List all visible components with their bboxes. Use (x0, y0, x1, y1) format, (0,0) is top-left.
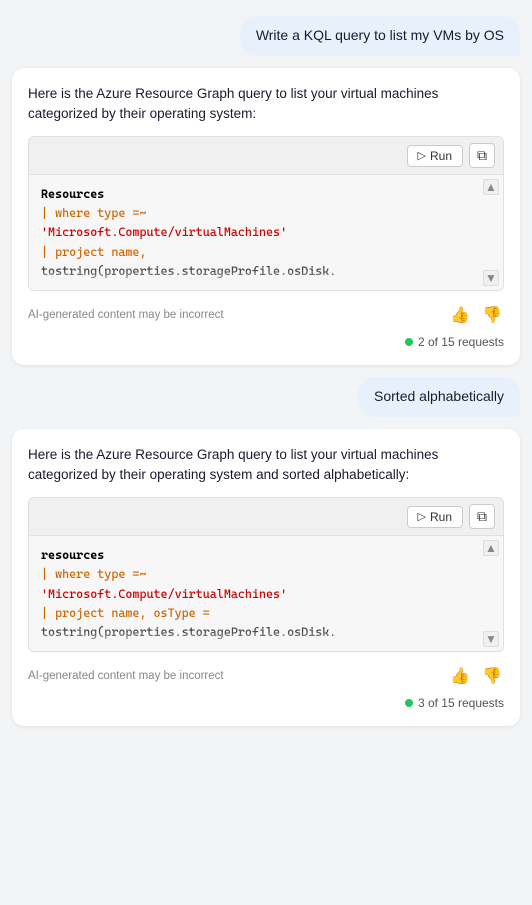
chat-container: Write a KQL query to list my VMs by OS H… (0, 16, 532, 726)
status-dot-1 (405, 338, 413, 346)
code-line-1-2: | where type =~ (41, 206, 146, 220)
feedback-buttons-1: 👍 👎 (448, 303, 504, 327)
scroll-down-1[interactable]: ▼ (483, 270, 499, 286)
request-count-1: 2 of 15 requests (28, 335, 504, 349)
ai-intro-text-1: Here is the Azure Resource Graph query t… (28, 84, 504, 125)
request-count-text-2: 3 of 15 requests (418, 696, 504, 710)
thumbdown-button-2[interactable]: 👎 (480, 664, 504, 688)
copy-icon-2: ⧉ (477, 508, 487, 525)
thumbup-button-1[interactable]: 👍 (448, 303, 472, 327)
code-content-2: resources | where type =~ 'Microsoft.Com… (29, 536, 503, 651)
code-line-2-2: | where type =~ (41, 567, 146, 581)
user-bubble-2: Sorted alphabetically (358, 377, 520, 417)
code-content-1: Resources | where type =~ 'Microsoft.Com… (29, 175, 503, 290)
feedback-buttons-2: 👍 👎 (448, 664, 504, 688)
scroll-up-1[interactable]: ▲ (483, 179, 499, 195)
ai-disclaimer-1: AI-generated content may be incorrect (28, 309, 224, 321)
run-button-2[interactable]: ▷ Run (407, 506, 463, 528)
code-line-1-3: 'Microsoft.Compute/virtualMachines' (41, 225, 287, 239)
card-footer-2: AI-generated content may be incorrect 👍 … (28, 664, 504, 688)
run-label-1: Run (430, 149, 452, 163)
play-icon-1: ▷ (418, 149, 426, 162)
ai-response-card-1: Here is the Azure Resource Graph query t… (12, 68, 520, 366)
code-toolbar-2: ▷ Run ⧉ (29, 498, 503, 536)
copy-button-1[interactable]: ⧉ (469, 143, 495, 168)
code-line-1-1: Resources (41, 187, 104, 201)
thumbdown-button-1[interactable]: 👎 (480, 303, 504, 327)
user-message-2: Sorted alphabetically (12, 377, 520, 417)
code-line-1-5: tostring(properties.storageProfile.osDis… (41, 264, 336, 278)
code-line-1-4: | project name, (41, 245, 146, 259)
code-toolbar-1: ▷ Run ⧉ (29, 137, 503, 175)
ai-disclaimer-2: AI-generated content may be incorrect (28, 670, 224, 682)
copy-icon-1: ⧉ (477, 147, 487, 164)
code-block-1: ▷ Run ⧉ Resources | where type =~ 'Micro… (28, 136, 504, 291)
thumbup-button-2[interactable]: 👍 (448, 664, 472, 688)
request-count-2: 3 of 15 requests (28, 696, 504, 710)
code-line-2-3: 'Microsoft.Compute/virtualMachines' (41, 587, 287, 601)
scroll-up-2[interactable]: ▲ (483, 540, 499, 556)
code-line-2-1: resources (41, 548, 104, 562)
card-footer-1: AI-generated content may be incorrect 👍 … (28, 303, 504, 327)
code-block-2: ▷ Run ⧉ resources | where type =~ 'Micro… (28, 497, 504, 652)
code-line-2-5: tostring(properties.storageProfile.osDis… (41, 625, 336, 639)
run-button-1[interactable]: ▷ Run (407, 145, 463, 167)
ai-intro-text-2: Here is the Azure Resource Graph query t… (28, 445, 504, 486)
user-text-1: Write a KQL query to list my VMs by OS (256, 27, 504, 43)
code-wrapper-1: Resources | where type =~ 'Microsoft.Com… (29, 175, 503, 290)
scroll-down-2[interactable]: ▼ (483, 631, 499, 647)
play-icon-2: ▷ (418, 510, 426, 523)
code-line-2-4: | project name, osType = (41, 606, 210, 620)
request-count-text-1: 2 of 15 requests (418, 335, 504, 349)
user-message-1: Write a KQL query to list my VMs by OS (12, 16, 520, 56)
copy-button-2[interactable]: ⧉ (469, 504, 495, 529)
user-text-2: Sorted alphabetically (374, 388, 504, 404)
code-wrapper-2: resources | where type =~ 'Microsoft.Com… (29, 536, 503, 651)
user-bubble-1: Write a KQL query to list my VMs by OS (240, 16, 520, 56)
status-dot-2 (405, 699, 413, 707)
run-label-2: Run (430, 510, 452, 524)
ai-response-card-2: Here is the Azure Resource Graph query t… (12, 429, 520, 727)
